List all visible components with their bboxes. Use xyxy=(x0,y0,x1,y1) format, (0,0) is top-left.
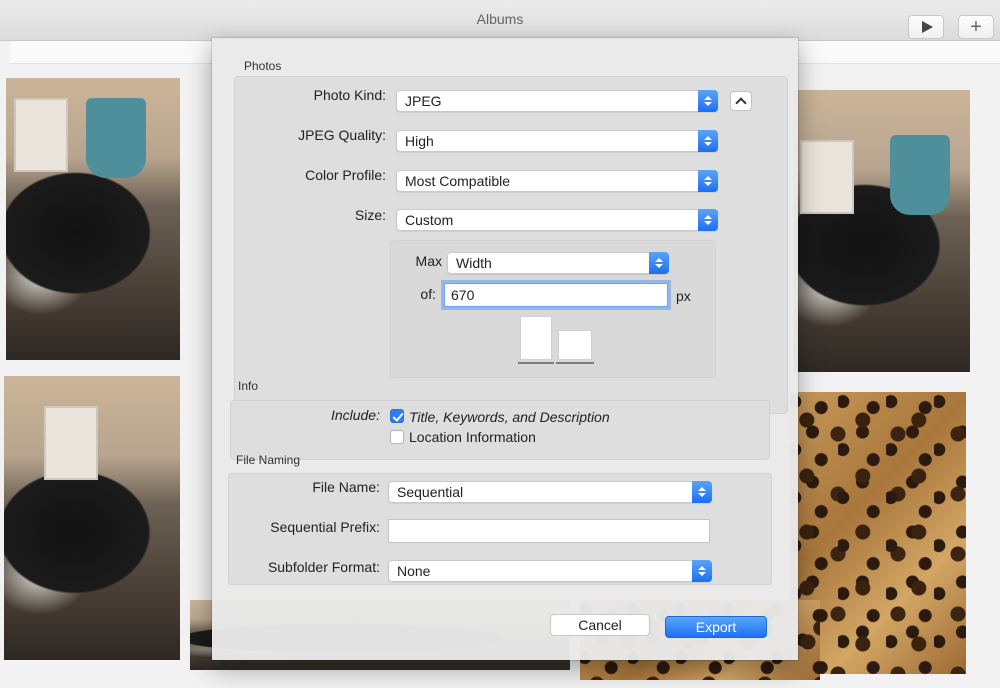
size-value-input[interactable] xyxy=(444,283,668,307)
portrait-orientation-base xyxy=(518,362,554,364)
size-value: Custom xyxy=(405,212,454,228)
subfolder-format-popup[interactable]: None xyxy=(388,560,712,582)
section-title-file-naming: File Naming xyxy=(236,453,301,467)
updown-arrows-icon xyxy=(649,252,669,274)
cancel-button[interactable]: Cancel xyxy=(550,614,650,636)
window-titlebar: Albums + xyxy=(0,0,1000,41)
jpeg-quality-label: JPEG Quality: xyxy=(298,127,386,143)
plus-icon: + xyxy=(970,16,982,38)
section-title-info: Info xyxy=(238,379,259,393)
portrait-orientation-icon xyxy=(520,316,552,360)
collapse-button[interactable] xyxy=(730,91,752,111)
color-profile-value: Most Compatible xyxy=(405,173,511,189)
landscape-orientation-icon xyxy=(558,330,592,360)
photo-kind-label: Photo Kind: xyxy=(313,87,386,103)
max-dimension-popup[interactable]: Width xyxy=(447,252,669,274)
jpeg-quality-popup[interactable]: High xyxy=(396,130,718,152)
photo-thumbnail[interactable] xyxy=(794,90,970,372)
size-label: Size: xyxy=(354,207,386,223)
file-name-value: Sequential xyxy=(397,484,464,500)
photo-kind-value: JPEG xyxy=(405,93,442,109)
photo-kind-popup[interactable]: JPEG xyxy=(396,90,718,112)
section-title-photos: Photos xyxy=(244,59,282,73)
size-popup[interactable]: Custom xyxy=(396,209,718,231)
export-button[interactable]: Export xyxy=(665,616,767,638)
export-dialog: Photos Photo Kind: JPEG JPEG Quality: Hi… xyxy=(212,38,798,660)
play-icon xyxy=(922,21,933,33)
updown-arrows-icon xyxy=(698,209,718,231)
sequential-prefix-input[interactable] xyxy=(388,519,710,543)
title-keywords-label: Title, Keywords, and Description xyxy=(409,409,610,425)
add-button[interactable]: + xyxy=(958,15,994,39)
max-dimension-value: Width xyxy=(456,255,492,271)
sequential-prefix-label: Sequential Prefix: xyxy=(270,519,380,535)
of-label: of: xyxy=(420,286,436,302)
subfolder-format-value: None xyxy=(397,563,431,579)
updown-arrows-icon xyxy=(698,170,718,192)
slideshow-button[interactable] xyxy=(908,15,944,39)
window-title: Albums xyxy=(476,11,524,27)
color-profile-popup[interactable]: Most Compatible xyxy=(396,170,718,192)
color-profile-label: Color Profile: xyxy=(305,167,386,183)
updown-arrows-icon xyxy=(698,130,718,152)
file-name-label: File Name: xyxy=(312,479,380,495)
landscape-orientation-base xyxy=(556,362,594,364)
photo-thumbnail[interactable] xyxy=(6,78,180,360)
jpeg-quality-value: High xyxy=(405,133,434,149)
px-unit-label: px xyxy=(676,288,691,304)
location-checkbox[interactable] xyxy=(390,430,404,444)
file-name-popup[interactable]: Sequential xyxy=(388,481,712,503)
updown-arrows-icon xyxy=(692,481,712,503)
include-label: Include: xyxy=(330,407,380,423)
max-label: Max xyxy=(415,253,442,269)
chevron-up-icon xyxy=(735,97,747,109)
location-label: Location Information xyxy=(409,429,536,445)
subfolder-format-label: Subfolder Format: xyxy=(267,559,380,575)
updown-arrows-icon xyxy=(692,560,712,582)
title-keywords-checkbox[interactable] xyxy=(390,409,404,423)
photo-thumbnail[interactable] xyxy=(4,376,180,660)
updown-arrows-icon xyxy=(698,90,718,112)
